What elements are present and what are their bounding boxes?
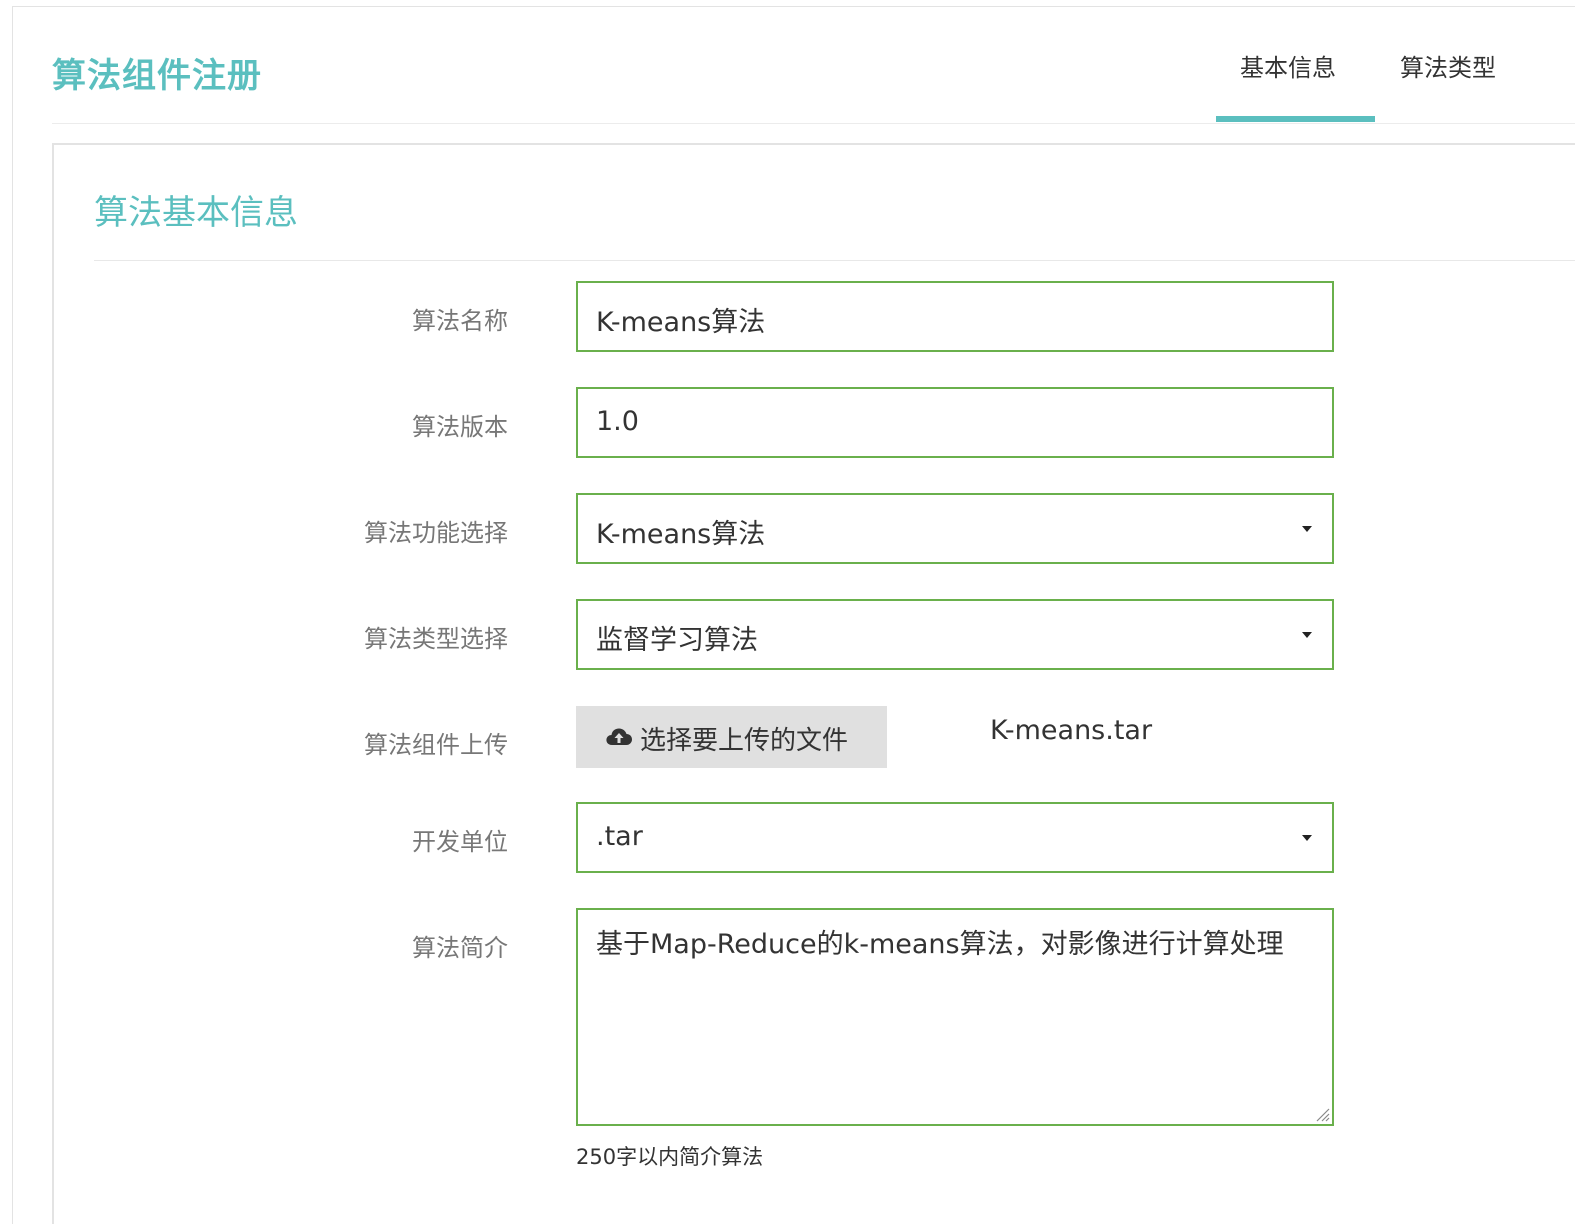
uploaded-file-name: K-means.tar <box>990 715 1153 746</box>
tab-basic-info[interactable]: 基本信息 <box>1240 48 1336 83</box>
caret-down-icon <box>1302 526 1312 532</box>
description-textarea[interactable]: 基于Map-Reduce的k-means算法，对影像进行计算处理 <box>576 908 1334 1126</box>
tab-algorithm-type[interactable]: 算法类型 <box>1400 48 1496 83</box>
section-divider <box>94 260 1575 261</box>
name-input[interactable]: K-means算法 <box>576 281 1334 352</box>
description-label: 算法简介 <box>412 934 508 962</box>
description-help-text: 250字以内简介算法 <box>576 1145 764 1169</box>
choose-file-button-label: 选择要上传的文件 <box>640 726 849 756</box>
function-label: 算法功能选择 <box>364 519 508 547</box>
page: 算法组件注册 基本信息 算法类型 算法基本信息 算法名称 K-means算法 算… <box>0 0 1575 1224</box>
description-textarea-value: 基于Map-Reduce的k-means算法，对影像进行计算处理 <box>596 929 1284 960</box>
unit-label: 开发单位 <box>412 828 508 856</box>
type-label: 算法类型选择 <box>364 625 508 653</box>
name-label: 算法名称 <box>412 307 508 335</box>
resize-handle-icon[interactable] <box>1314 1106 1330 1122</box>
version-label: 算法版本 <box>412 413 508 441</box>
cloud-upload-icon <box>606 728 632 745</box>
header: 算法组件注册 基本信息 算法类型 <box>52 20 1575 124</box>
active-tab-indicator <box>1216 116 1375 122</box>
function-select-value: K-means算法 <box>596 519 766 550</box>
version-input-value: 1.0 <box>596 406 639 437</box>
choose-file-button[interactable]: 选择要上传的文件 <box>576 706 887 768</box>
type-select-value: 监督学习算法 <box>596 625 758 656</box>
unit-select[interactable]: .tar <box>576 802 1334 873</box>
page-title: 算法组件注册 <box>52 56 262 96</box>
version-input[interactable]: 1.0 <box>576 387 1334 458</box>
section-title: 算法基本信息 <box>94 193 298 233</box>
caret-down-icon <box>1302 632 1312 638</box>
basic-info-panel: 算法基本信息 算法名称 K-means算法 算法版本 1.0 算法功能选择 K-… <box>52 143 1575 1224</box>
upload-label: 算法组件上传 <box>364 731 508 759</box>
type-select[interactable]: 监督学习算法 <box>576 599 1334 670</box>
unit-select-value: .tar <box>596 821 643 852</box>
function-select[interactable]: K-means算法 <box>576 493 1334 564</box>
name-input-value: K-means算法 <box>596 307 766 338</box>
caret-down-icon <box>1302 835 1312 841</box>
